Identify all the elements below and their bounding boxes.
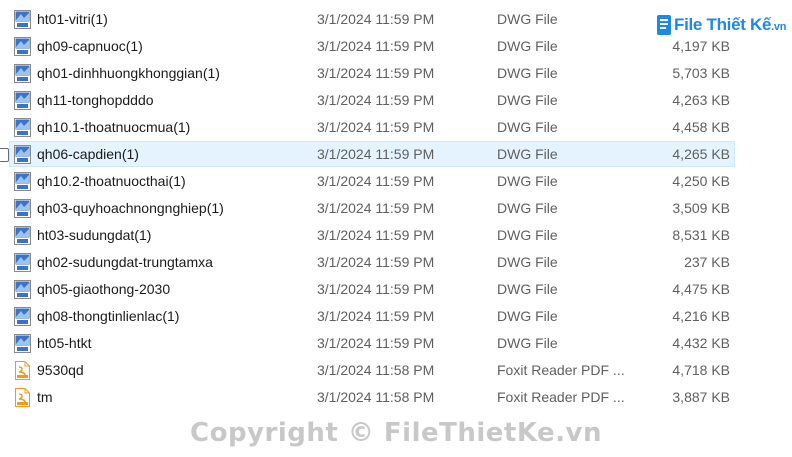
file-date-modified: 3/1/2024 11:59 PM	[317, 146, 435, 162]
file-name: ht03-sudungdat(1)	[37, 227, 152, 243]
dwg-file-icon	[14, 37, 31, 56]
file-date-modified: 3/1/2024 11:59 PM	[317, 38, 435, 54]
file-row[interactable]: ht05-htkt 3/1/2024 11:59 PM DWG File 4,432 …	[0, 330, 792, 357]
file-date-modified: 3/1/2024 11:59 PM	[317, 335, 435, 351]
file-type: DWG File	[497, 200, 558, 216]
file-type: DWG File	[497, 281, 558, 297]
dwg-file-icon	[14, 307, 31, 326]
file-row[interactable]: 9530qd 3/1/2024 11:58 PM Foxit Reader PDF …	[0, 357, 792, 384]
file-name: qh03-quyhoachnongnghiep(1)	[37, 200, 224, 216]
file-row[interactable]: qh11-tonghopdddo 3/1/2024 11:59 PM DWG Fil…	[0, 87, 792, 114]
file-type: DWG File	[497, 173, 558, 189]
dwg-file-icon	[14, 64, 31, 83]
file-row[interactable]: qh06-capdien(1) 3/1/2024 11:59 PM DWG File…	[0, 141, 792, 168]
file-name: qh08-thongtinlienlac(1)	[37, 308, 180, 324]
copyright-watermark: Copyright © FileThietKe.vn	[190, 418, 602, 448]
file-size: 5,703 KB	[672, 65, 730, 81]
dwg-file-icon	[14, 253, 31, 272]
file-size: 237 KB	[684, 254, 730, 270]
dwg-file-icon	[14, 91, 31, 110]
file-date-modified: 3/1/2024 11:59 PM	[317, 11, 435, 27]
file-row[interactable]: qh10.2-thoatnuocthai(1) 3/1/2024 11:59 PM…	[0, 168, 792, 195]
dwg-file-icon	[14, 280, 31, 299]
file-type: DWG File	[497, 254, 558, 270]
file-date-modified: 3/1/2024 11:59 PM	[317, 92, 435, 108]
file-size: 3,509 KB	[672, 200, 730, 216]
file-date-modified: 3/1/2024 11:59 PM	[317, 227, 435, 243]
file-name: 9530qd	[37, 362, 84, 378]
file-size: 4,263 KB	[672, 92, 730, 108]
file-size: 4,216 KB	[672, 308, 730, 324]
file-date-modified: 3/1/2024 11:59 PM	[317, 173, 435, 189]
file-list: ht01-vitri(1) 3/1/2024 11:59 PM DWG File qh…	[0, 6, 792, 411]
dwg-file-icon	[14, 334, 31, 353]
file-date-modified: 3/1/2024 11:59 PM	[317, 200, 435, 216]
logo-text: File Thiết Kế.vn	[674, 15, 787, 34]
file-type: DWG File	[497, 335, 558, 351]
file-type: Foxit Reader PDF ...	[497, 362, 625, 378]
file-date-modified: 3/1/2024 11:59 PM	[317, 254, 435, 270]
file-size: 4,432 KB	[672, 335, 730, 351]
pdf-file-icon	[14, 388, 31, 407]
file-date-modified: 3/1/2024 11:59 PM	[317, 281, 435, 297]
file-name: qh01-dinhhuongkhonggian(1)	[37, 65, 220, 81]
file-name: qh10.2-thoatnuocthai(1)	[37, 173, 186, 189]
file-type: DWG File	[497, 38, 558, 54]
file-type: DWG File	[497, 146, 558, 162]
dwg-file-icon	[14, 145, 31, 164]
file-size: 4,265 KB	[672, 146, 730, 162]
dwg-file-icon	[14, 226, 31, 245]
file-row[interactable]: qh02-sudungdat-trungtamxa 3/1/2024 11:59 …	[0, 249, 792, 276]
logo-mark-icon	[657, 15, 671, 35]
row-checkbox[interactable]	[0, 148, 9, 162]
file-name: qh10.1-thoatnuocmua(1)	[37, 119, 191, 135]
file-type: Foxit Reader PDF ...	[497, 389, 625, 405]
file-row[interactable]: qh10.1-thoatnuocmua(1) 3/1/2024 11:59 PM D…	[0, 114, 792, 141]
file-row[interactable]: qh08-thongtinlienlac(1) 3/1/2024 11:59 PM…	[0, 303, 792, 330]
file-name: tm	[37, 389, 53, 405]
dwg-file-icon	[14, 118, 31, 137]
file-size: 4,458 KB	[672, 119, 730, 135]
file-type: DWG File	[497, 92, 558, 108]
file-name: ht05-htkt	[37, 335, 92, 351]
file-row[interactable]: tm 3/1/2024 11:58 PM Foxit Reader PDF ... 3…	[0, 384, 792, 411]
dwg-file-icon	[14, 172, 31, 191]
file-row[interactable]: qh03-quyhoachnongnghiep(1) 3/1/2024 11:59…	[0, 195, 792, 222]
file-size: 8,531 KB	[672, 227, 730, 243]
file-size: 4,197 KB	[672, 38, 730, 54]
file-size: 4,718 KB	[672, 362, 730, 378]
file-row[interactable]: ht03-sudungdat(1) 3/1/2024 11:59 PM DWG Fi…	[0, 222, 792, 249]
file-type: DWG File	[497, 119, 558, 135]
file-name: qh11-tonghopdddo	[37, 92, 154, 108]
file-type: DWG File	[497, 227, 558, 243]
dwg-file-icon	[14, 199, 31, 218]
file-date-modified: 3/1/2024 11:59 PM	[317, 119, 435, 135]
file-date-modified: 3/1/2024 11:58 PM	[317, 389, 435, 405]
file-size: 3,887 KB	[672, 389, 730, 405]
file-size: 4,475 KB	[672, 281, 730, 297]
file-date-modified: 3/1/2024 11:59 PM	[317, 308, 435, 324]
file-name: qh02-sudungdat-trungtamxa	[37, 254, 213, 270]
file-name: qh05-giaothong-2030	[37, 281, 171, 297]
file-size: 4,250 KB	[672, 173, 730, 189]
file-row[interactable]: qh09-capnuoc(1) 3/1/2024 11:59 PM DWG File…	[0, 33, 792, 60]
file-row[interactable]: qh05-giaothong-2030 3/1/2024 11:59 PM DWG …	[0, 276, 792, 303]
file-name: qh09-capnuoc(1)	[37, 38, 143, 54]
file-type: DWG File	[497, 11, 558, 27]
file-row[interactable]: qh01-dinhhuongkhonggian(1) 3/1/2024 11:59…	[0, 60, 792, 87]
file-type: DWG File	[497, 65, 558, 81]
file-type: DWG File	[497, 308, 558, 324]
dwg-file-icon	[14, 10, 31, 29]
file-name: ht01-vitri(1)	[37, 11, 108, 27]
file-date-modified: 3/1/2024 11:59 PM	[317, 65, 435, 81]
file-name: qh06-capdien(1)	[37, 146, 139, 162]
file-date-modified: 3/1/2024 11:58 PM	[317, 362, 435, 378]
pdf-file-icon	[14, 361, 31, 380]
